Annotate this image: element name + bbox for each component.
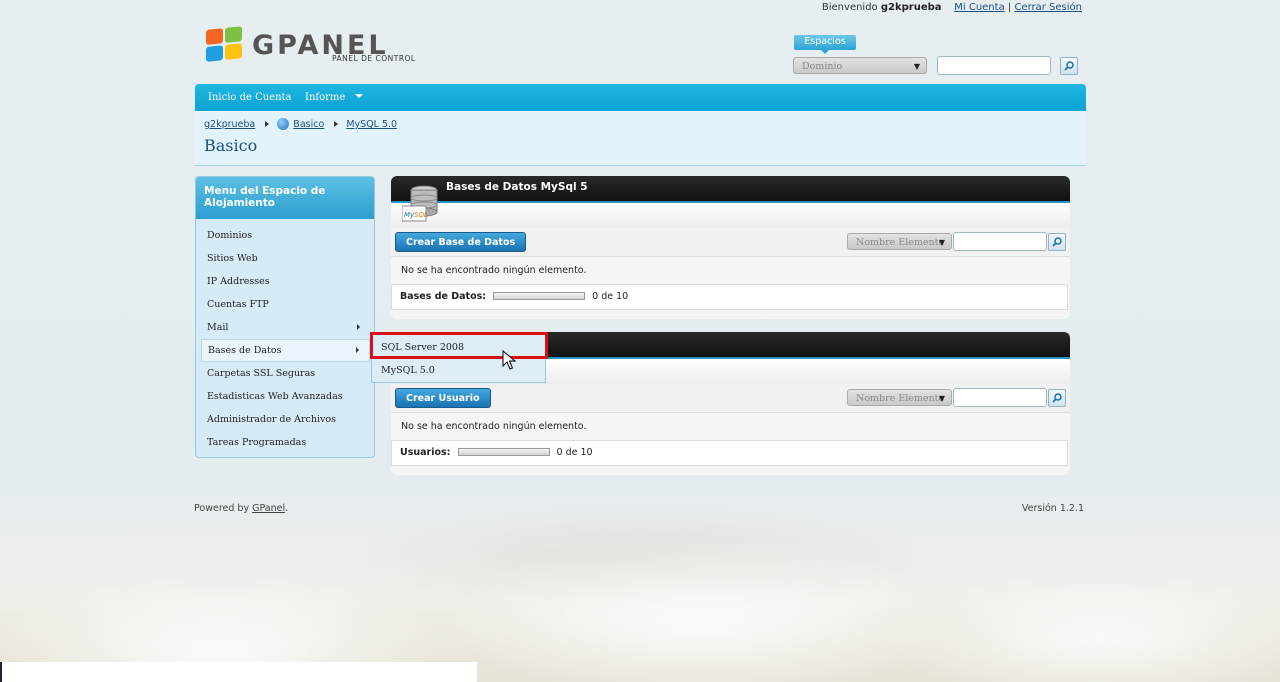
create-user-button[interactable]: Crear Usuario [395,388,491,408]
globe-icon [277,118,290,130]
breadcrumb-space[interactable]: Basico [293,119,324,130]
submenu-item-sql-server[interactable]: SQL Server 2008 [372,336,545,359]
sidebar-item-ssl-folders[interactable]: Carpetas SSL Seguras [201,363,370,384]
search-icon [1064,61,1074,71]
main-nav: Inicio de Cuenta Informe [195,84,1086,111]
version-text: Versión 1.2.1 [1021,503,1084,514]
filter-search-button[interactable] [1048,389,1066,407]
databases-quota: Bases de Datos: 0 de 10 [391,284,1068,310]
sidebar-item-web-stats[interactable]: Estadisticas Web Avanzadas [201,386,370,407]
svg-text:SQL: SQL [414,211,428,219]
search-icon [1052,393,1062,403]
quota-label: Bases de Datos: [400,291,487,302]
panel-title: Bases de Datos MySql 5 [391,176,1070,203]
user-bar: Bienvenido g2kprueba Mi Cuenta | Cerrar … [822,2,1082,13]
sidebar-item-scheduled-tasks[interactable]: Tareas Programadas [201,432,370,453]
quota-text: 0 de 10 [556,447,593,458]
users-quota: Usuarios: 0 de 10 [391,440,1068,466]
spaces-tab[interactable]: Espacios [794,35,856,54]
space-type-select[interactable]: Dominio ▼ [793,57,927,74]
nav-report-label: Informe [305,92,346,103]
quota-progress-bar [457,448,550,456]
username: g2kprueba [880,2,942,13]
chevron-right-icon [357,324,360,330]
sidebar-item-domains[interactable]: Dominios [201,225,370,246]
status-strip [0,662,477,682]
sidebar-item-label: Bases de Datos [208,345,282,356]
chevron-right-icon [265,121,270,127]
sidebar-item-ftp-accounts[interactable]: Cuentas FTP [201,294,370,315]
search-icon [1052,237,1062,247]
sidebar-item-file-manager[interactable]: Administrador de Archivos [201,409,370,430]
footer-powered: Powered by GPanel. [194,503,288,514]
menu-title: Menu del Espacio de Alojamiento [196,177,374,219]
chevron-down-icon: ▼ [938,394,945,403]
page-title: Basico [204,136,258,155]
mouse-cursor-icon [502,350,516,370]
panel-toolbar: Crear Usuario Nombre Elemento ▼ [391,384,1070,413]
breadcrumb-user[interactable]: g2kprueba [204,119,255,130]
flag-icon [206,26,244,64]
sidebar-item-databases[interactable]: Bases de Datos [201,339,370,362]
chevron-right-icon [356,347,359,353]
gpanel-logo[interactable]: GPANEL PANEL DE CONTROL [206,26,421,66]
filter-search-input[interactable] [953,232,1047,251]
space-search-button[interactable] [1060,57,1078,75]
chevron-down-icon: ▼ [938,238,945,247]
welcome-text: Bienvenido [821,2,878,13]
gpanel-link[interactable]: GPanel [252,503,285,514]
sidebar-item-ip-addresses[interactable]: IP Addresses [201,271,370,292]
filter-field-select[interactable]: Nombre Elemento ▼ [847,233,952,250]
logout-link[interactable]: Cerrar Sesión [1014,2,1082,13]
sidebar-item-websites[interactable]: Sitios Web [201,248,370,269]
empty-message: No se ha encontrado ningún elemento. [401,421,587,432]
chevron-right-icon [334,121,339,127]
filter-search-input[interactable] [953,388,1047,407]
nav-report[interactable]: Informe [305,84,364,111]
background-clouds [0,500,1280,682]
my-account-link[interactable]: Mi Cuenta [954,2,1004,13]
space-search-input[interactable] [937,56,1051,75]
submenu-item-mysql[interactable]: MySQL 5.0 [372,359,545,382]
databases-submenu: SQL Server 2008 MySQL 5.0 [371,333,546,383]
quota-text: 0 de 10 [592,291,629,302]
chevron-down-icon: ▼ [913,62,920,71]
quota-progress-bar [493,292,586,300]
databases-panel: Bases de Datos MySql 5 Crear Base de Dat… [391,176,1070,319]
filter-field-value: Nombre Elemento [856,237,945,248]
footer-period: . [285,503,289,514]
sidebar-item-mail[interactable]: Mail [201,317,370,338]
breadcrumb: g2kprueba Basico MySQL 5.0 Basico [195,111,1086,166]
filter-field-value: Nombre Elemento [856,393,945,404]
panel-header-band [391,203,1070,230]
hosting-space-menu: Menu del Espacio de Alojamiento Dominios… [195,176,375,458]
nav-account-home[interactable]: Inicio de Cuenta [208,84,292,111]
mysql-database-icon: My SQL [402,185,438,222]
panel-toolbar: Crear Base de Datos Nombre Elemento ▼ [391,228,1070,257]
empty-message: No se ha encontrado ningún elemento. [401,265,587,276]
space-type-value: Dominio [802,61,843,72]
sidebar-item-label: Mail [207,322,229,333]
create-database-button[interactable]: Crear Base de Datos [395,232,527,252]
breadcrumb-mysql[interactable]: MySQL 5.0 [346,119,397,130]
chevron-down-icon [355,94,364,98]
powered-by-text: Powered by [194,503,250,514]
filter-search-button[interactable] [1048,233,1066,251]
quota-label: Usuarios: [400,447,451,458]
separator: | [1007,2,1012,13]
filter-field-select[interactable]: Nombre Elemento ▼ [847,389,952,406]
logo-subtitle: PANEL DE CONTROL [332,54,416,63]
